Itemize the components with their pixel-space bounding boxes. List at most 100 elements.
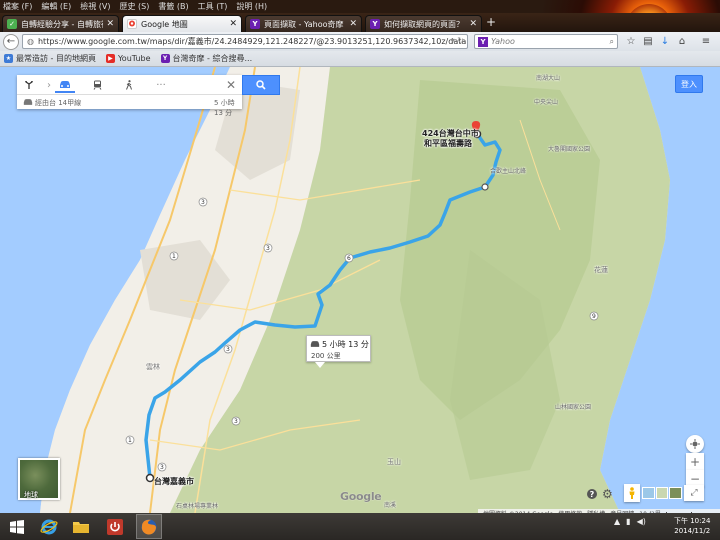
tab-close-icon[interactable]: ✕ (469, 19, 477, 29)
route-info-bubble[interactable]: 5 小時 13 分 200 公里 (306, 335, 371, 368)
bubble-time: 5 小時 13 分 (322, 340, 369, 349)
tab-close-icon[interactable]: ✕ (106, 19, 114, 29)
bubble-distance: 200 公里 (311, 352, 341, 360)
svg-text:3: 3 (234, 418, 238, 425)
directions-panel: › ··· ✕ 經由台 14甲線 5 小時 13 分 (17, 75, 242, 117)
windows-taskbar: ▲ ▮ ◀) 下午 10:24 2014/11/2 (0, 513, 720, 540)
yahoo-favicon-icon: Y (250, 19, 260, 29)
download-icon[interactable]: ↓ (659, 35, 671, 47)
car-icon (60, 80, 70, 88)
url-bar[interactable]: ◍ https://www.google.com.tw/maps/dir/嘉義市… (22, 34, 468, 49)
tab-title: 頁面擷取 - Yahoo奇摩 搜... (264, 19, 346, 29)
close-icon[interactable]: ✕ (224, 77, 238, 93)
map-canvas[interactable]: 3 6 3 1 3 3 1 9 3 南湖大山 中央尖山 大魯閣國家公園 合歡主山… (0, 67, 720, 513)
volume-icon[interactable]: ◀) (637, 517, 646, 526)
tab-favicon-icon: ✓ (7, 19, 17, 29)
globe-icon: ◍ (27, 37, 34, 46)
gear-icon[interactable]: ⚙ (602, 487, 613, 501)
system-tray: ▲ ▮ ◀) (614, 517, 652, 526)
layer-thumb[interactable] (669, 487, 683, 499)
bookmark-label: YouTube (117, 54, 151, 63)
file-explorer-icon[interactable] (68, 514, 94, 539)
tab-title: 如何擷取網頁的頁面？ - Y... (384, 19, 466, 29)
directions-icon[interactable] (19, 77, 39, 93)
menu-view[interactable]: 檢視 (V) (80, 1, 110, 12)
menu-history[interactable]: 歷史 (S) (120, 1, 150, 12)
travel-mode-row: › ··· ✕ (17, 75, 242, 95)
tab-close-icon[interactable]: ✕ (349, 19, 357, 29)
place-label: 中央尖山 (534, 99, 559, 106)
tab-close-icon[interactable]: ✕ (229, 19, 237, 29)
yahoo-favicon-icon: Y (370, 19, 380, 29)
place-label: 南湖大山 (536, 75, 561, 82)
svg-text:6: 6 (347, 255, 351, 262)
tab-title: 自轉經驗分享 - 自轉旅行... (21, 19, 103, 29)
tab-1[interactable]: ✓ 自轉經驗分享 - 自轉旅行... ✕ (2, 15, 119, 32)
more-modes-icon[interactable]: ··· (151, 77, 171, 93)
windows-start-button[interactable] (4, 514, 30, 539)
google-maps-favicon-icon (127, 19, 137, 29)
bookmark-favicon-icon: ★ (4, 54, 13, 63)
layer-thumb[interactable] (655, 487, 669, 499)
back-button[interactable]: ← (3, 33, 19, 50)
svg-text:3: 3 (266, 245, 270, 252)
power-app-icon[interactable] (102, 514, 128, 539)
tab-4[interactable]: Y 如何擷取網頁的頁面？ - Y... ✕ (365, 15, 482, 32)
layer-thumb[interactable] (642, 487, 655, 499)
help-icon[interactable]: ? (587, 489, 597, 499)
bookmark-list-icon[interactable]: ▤ (642, 35, 654, 47)
layer-thumbnails[interactable] (642, 487, 683, 499)
mode-transit-button[interactable] (87, 77, 107, 93)
bookmark-most-visited[interactable]: ★ 最常造訪 - 目的地網頁 (4, 53, 96, 64)
menu-edit[interactable]: 編輯 (E) (41, 1, 71, 12)
route-summary-row[interactable]: 經由台 14甲線 5 小時 13 分 (17, 96, 242, 117)
firefox-icon[interactable] (136, 514, 162, 539)
earth-view-button[interactable]: 地球 (18, 458, 60, 500)
menu-bookmarks[interactable]: 書籤 (B) (158, 1, 188, 12)
network-icon[interactable]: ▮ (626, 517, 630, 526)
bookmark-label: 最常造訪 - 目的地網頁 (16, 54, 96, 63)
place-label: 合歡主山北峰 (490, 168, 527, 175)
new-tab-icon[interactable]: + (486, 15, 496, 29)
star-icon[interactable]: ☆ (625, 35, 637, 47)
place-label: 山林國家公園 (555, 404, 592, 411)
mode-driving-button[interactable] (55, 77, 75, 93)
bubble-tail (315, 362, 325, 368)
place-label: 玉山 (387, 458, 401, 466)
destination-label-line2: 和平區福壽路 (424, 139, 472, 148)
tray-expand-icon[interactable]: ▲ (614, 517, 620, 526)
clock-time: 下午 10:24 (674, 517, 711, 525)
reload-icon[interactable]: ▾ ↻ (451, 36, 464, 45)
bookmark-youtube[interactable]: ▶ YouTube (105, 54, 151, 63)
internet-explorer-icon[interactable] (36, 514, 62, 539)
home-icon[interactable]: ⌂ (676, 35, 688, 47)
crosshair-icon (690, 439, 700, 449)
origin-marker[interactable] (145, 473, 155, 483)
search-button[interactable] (242, 75, 280, 95)
map-tiles: 3 6 3 1 3 3 1 9 3 (0, 67, 720, 513)
expand-icon[interactable]: ⤢ (684, 485, 704, 501)
zoom-in-button[interactable]: + (686, 453, 704, 470)
menu-tools[interactable]: 工具 (T) (198, 1, 228, 12)
svg-text:1: 1 (172, 253, 176, 260)
menu-file[interactable]: 檔案 (F) (3, 1, 32, 12)
car-icon (23, 99, 33, 105)
tab-3[interactable]: Y 頁面擷取 - Yahoo奇摩 搜... ✕ (245, 15, 362, 32)
street-view-pegman-icon[interactable] (624, 484, 640, 502)
search-box[interactable]: Y Yahoo ⌕ (474, 34, 618, 49)
mode-walking-button[interactable] (119, 77, 139, 93)
sign-in-button[interactable]: 登入 (675, 75, 703, 93)
bookmark-yahoo[interactable]: Y 台灣奇摩 - 綜合搜尋... (160, 53, 252, 64)
route-time-text: 5 小時 13 分 (214, 99, 235, 117)
yahoo-search-icon: Y (478, 36, 488, 47)
waypoint-marker[interactable] (481, 183, 489, 191)
my-location-button[interactable] (686, 435, 704, 453)
menu-help[interactable]: 說明 (H) (236, 1, 267, 12)
menu-icon[interactable]: ≡ (700, 35, 712, 47)
tab-2-active[interactable]: Google 地圖 ✕ (122, 15, 242, 32)
svg-text:3: 3 (226, 346, 230, 353)
search-icon[interactable]: ⌕ (610, 37, 614, 47)
earth-label: 地球 (24, 491, 38, 499)
system-clock[interactable]: 下午 10:24 2014/11/2 (674, 516, 710, 536)
svg-text:3: 3 (160, 464, 164, 471)
